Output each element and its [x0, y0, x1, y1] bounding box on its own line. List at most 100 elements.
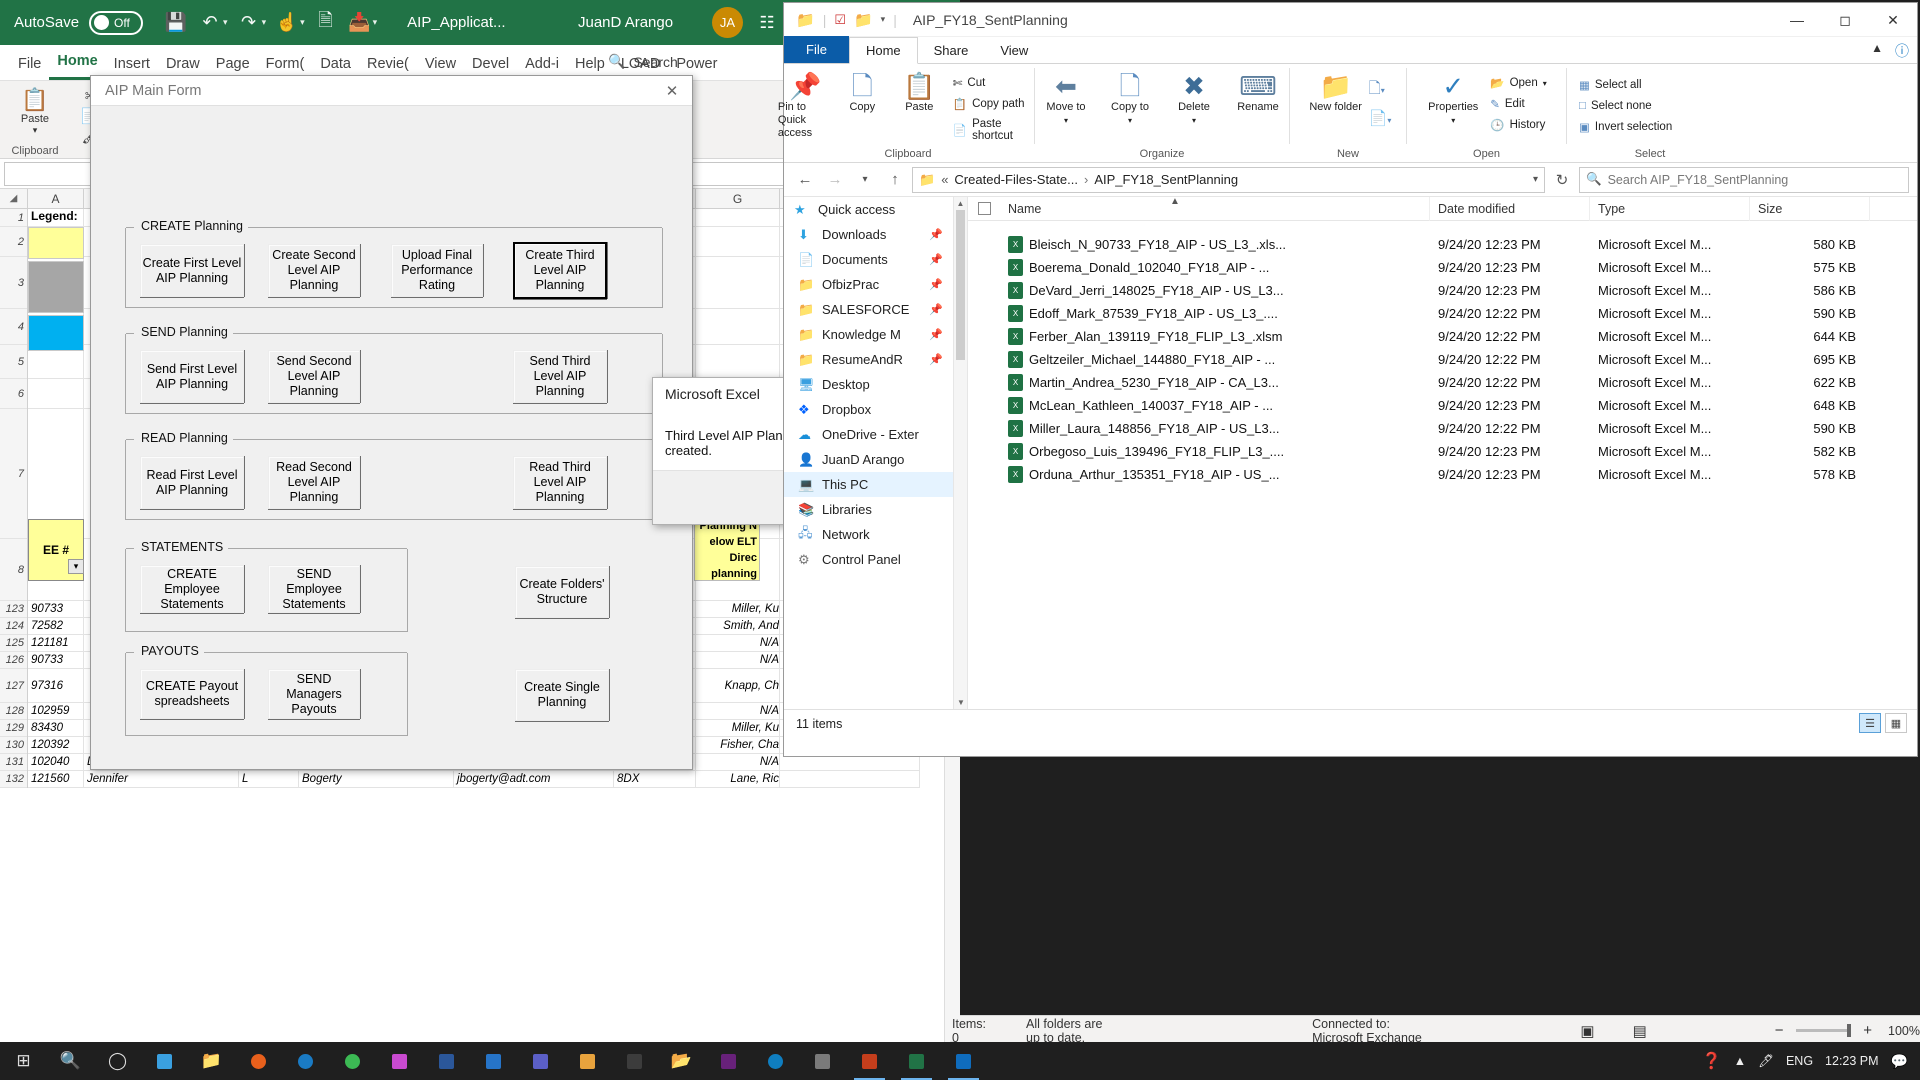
row-header[interactable]: 124 — [0, 618, 27, 635]
file-name-cell[interactable]: X Boerema_Donald_102040_FY18_AIP - ... — [1000, 259, 1430, 276]
copy-path-button[interactable]: 📋 Copy path — [949, 95, 1038, 113]
nav-item-juand-arango[interactable]: 👤 JuanD Arango — [784, 447, 953, 472]
grid-cell[interactable]: 121560 — [28, 771, 84, 788]
tab-view[interactable]: View — [984, 38, 1044, 63]
grid-cell[interactable]: 8DX — [614, 771, 696, 788]
grid-cell[interactable]: 90733 — [28, 652, 84, 669]
new-item-icon[interactable]: 🗋▾ — [1369, 78, 1392, 103]
zoom-slider-thumb[interactable] — [1847, 1024, 1852, 1037]
redo-icon[interactable]: ↷ — [232, 6, 266, 40]
upload-final-performance-rating-button[interactable]: Upload Final Performance Rating — [391, 244, 483, 297]
grid-cell[interactable]: 90733 — [28, 601, 84, 618]
column-header-date-modified[interactable]: Date modified — [1430, 196, 1590, 221]
grid-cell[interactable]: jbogerty@adt.com — [454, 771, 614, 788]
file-row[interactable]: X DeVard_Jerri_148025_FY18_AIP - US_L3...… — [968, 279, 1917, 302]
column-header-g[interactable]: G — [696, 189, 780, 208]
select-all-corner[interactable]: ◢ — [0, 189, 28, 208]
nav-item-knowledge-m[interactable]: 📁 Knowledge M 📌 — [784, 322, 953, 347]
column-header-a[interactable]: A — [28, 189, 84, 208]
select-all-button[interactable]: ▦ Select all — [1575, 76, 1676, 94]
row-header[interactable]: 127 — [0, 669, 27, 703]
file-name-cell[interactable]: X Geltzeiler_Michael_144880_FY18_AIP - ..… — [1000, 351, 1430, 368]
file-name-cell[interactable]: X DeVard_Jerri_148025_FY18_AIP - US_L3... — [1000, 282, 1430, 299]
clock[interactable]: 12:23 PM — [1825, 1054, 1879, 1068]
file-name-cell[interactable]: X Martin_Andrea_5230_FY18_AIP - CA_L3... — [1000, 374, 1430, 391]
paste-button[interactable]: 📋 Paste ▾ — [15, 85, 55, 138]
nav-item-resumeandr[interactable]: 📁 ResumeAndR 📌 — [784, 347, 953, 372]
visualstudio-icon[interactable] — [705, 1042, 752, 1080]
row-header[interactable]: 129 — [0, 720, 27, 737]
nav-item-ofbizprac[interactable]: 📁 OfbizPrac 📌 — [784, 272, 953, 297]
nav-item-this-pc[interactable]: 💻 This PC — [784, 472, 953, 497]
chevron-down-icon[interactable]: ▾ — [881, 14, 886, 25]
photos-icon[interactable] — [141, 1042, 188, 1080]
invert-selection-button[interactable]: ▣ Invert selection — [1575, 118, 1676, 136]
grid-cell[interactable]: 97316 — [28, 669, 84, 703]
folder2-icon[interactable]: 📂 — [658, 1042, 705, 1080]
firefox-icon[interactable] — [235, 1042, 282, 1080]
create-first-level-aip-planning-button[interactable]: Create First Level AIP Planning — [140, 244, 244, 297]
chevron-down-icon[interactable]: ▾ — [1543, 79, 1547, 88]
pen-icon[interactable]: 🖊 — [1758, 1054, 1774, 1069]
chevron-down-icon[interactable]: ▾ — [1064, 114, 1068, 127]
grid-cell[interactable]: 83430 — [28, 720, 84, 737]
row-header[interactable]: 8 — [0, 539, 27, 601]
pin-icon[interactable]: 📌 — [929, 253, 943, 266]
edit-button[interactable]: ✎ Edit — [1486, 95, 1550, 113]
copy-button[interactable]: 🗋 Copy — [835, 68, 890, 114]
file-row[interactable]: X Orduna_Arthur_135351_FY18_AIP - US_... 9… — [968, 463, 1917, 486]
send-third-level-aip-planning-button[interactable]: Send Third Level AIP Planning — [513, 350, 607, 403]
undo-dropdown-icon[interactable]: ▾ — [223, 17, 228, 28]
column-header-type[interactable]: Type — [1590, 196, 1750, 221]
send-first-level-aip-planning-button[interactable]: Send First Level AIP Planning — [140, 350, 244, 403]
row-header[interactable]: 6 — [0, 379, 27, 409]
close-icon[interactable]: ✕ — [1869, 3, 1917, 37]
file-row[interactable]: X Geltzeiler_Michael_144880_FY18_AIP - ..… — [968, 348, 1917, 371]
file-name-cell[interactable]: X Miller_Laura_148856_FY18_AIP - US_L3... — [1000, 420, 1430, 437]
chevron-down-icon[interactable]: ▾ — [1192, 114, 1196, 127]
nav-item-dropbox[interactable]: ❖ Dropbox — [784, 397, 953, 422]
file-row[interactable]: X Miller_Laura_148856_FY18_AIP - US_L3...… — [968, 417, 1917, 440]
back-icon[interactable]: ← — [792, 167, 818, 193]
autosave-toggle[interactable]: Off — [89, 10, 144, 35]
avatar[interactable]: JA — [712, 7, 743, 38]
tab-home[interactable]: Home — [848, 37, 918, 64]
undo-icon[interactable]: ↶ — [193, 6, 227, 40]
row-header[interactable]: 4 — [0, 309, 27, 345]
nav-scroll-thumb[interactable] — [956, 210, 965, 360]
paste-button[interactable]: 📋 Paste — [892, 68, 947, 114]
file-row[interactable]: X Bleisch_N_90733_FY18_AIP - US_L3_.xls..… — [968, 233, 1917, 256]
chevron-down-icon[interactable]: ▾ — [1533, 174, 1538, 185]
pin-icon[interactable]: 📌 — [929, 328, 943, 341]
create-payout-spreadsheets-button[interactable]: CREATE Payout spreadsheets — [140, 669, 244, 719]
grid-cell[interactable]: 72582 — [28, 618, 84, 635]
easy-access-icon[interactable]: 📄▾ — [1369, 109, 1392, 127]
tab-file[interactable]: File — [784, 36, 849, 63]
copy-to-button[interactable]: 🗋 Copy to ▾ — [1099, 68, 1161, 127]
row-header[interactable]: 123 — [0, 601, 27, 618]
refresh-icon[interactable]: ↻ — [1549, 167, 1575, 193]
name-box[interactable] — [4, 161, 100, 186]
create-third-level-aip-planning-button[interactable]: Create Third Level AIP Planning — [513, 242, 607, 299]
recent-locations-icon[interactable]: ▾ — [852, 167, 878, 193]
excel-icon[interactable] — [893, 1042, 940, 1080]
zoom-in-icon[interactable]: + — [1863, 1022, 1872, 1039]
pin-icon[interactable]: 📌 — [929, 228, 943, 241]
properties-button[interactable]: ✓ Properties ▾ — [1422, 68, 1484, 127]
edge-icon[interactable] — [752, 1042, 799, 1080]
grid-cell[interactable]: N/A — [696, 635, 780, 652]
grid-cell[interactable] — [696, 257, 780, 309]
file-row[interactable]: X McLean_Kathleen_140037_FY18_AIP - ... 9/… — [968, 394, 1917, 417]
outlook-icon[interactable] — [940, 1042, 987, 1080]
sticky-notes-icon[interactable] — [564, 1042, 611, 1080]
nav-item-quick-access[interactable]: ★ Quick access — [784, 197, 953, 222]
file-name-cell[interactable]: X Bleisch_N_90733_FY18_AIP - US_L3_.xls..… — [1000, 236, 1430, 253]
store-icon[interactable] — [799, 1042, 846, 1080]
details-pane-icon[interactable]: ▣ — [1580, 1022, 1594, 1040]
breadcrumb[interactable]: 📁 « Created-Files-State... › AIP_FY18_Se… — [912, 166, 1545, 193]
show-hidden-icons[interactable]: ▲ — [1734, 1054, 1746, 1068]
file-name-cell[interactable]: X Orbegoso_Luis_139496_FY18_FLIP_L3_.... — [1000, 443, 1430, 460]
breadcrumb-crumb-1[interactable]: Created-Files-State... — [954, 172, 1078, 187]
send-managers-payouts-button[interactable]: SEND Managers Payouts — [268, 669, 360, 719]
preview-pane-icon[interactable]: ▤ — [1633, 1022, 1647, 1040]
